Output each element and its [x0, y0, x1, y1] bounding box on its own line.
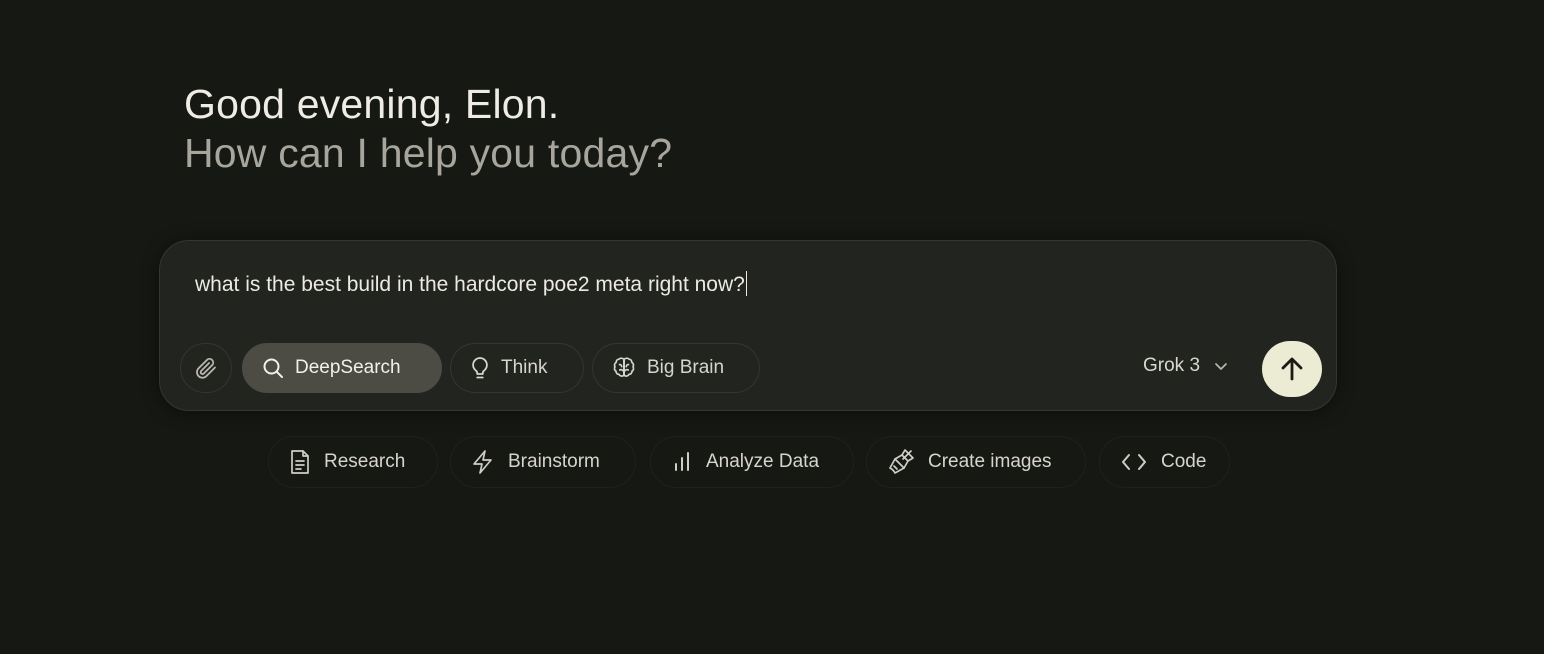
prompt-input[interactable]: what is the best build in the hardcore p… [195, 271, 748, 299]
model-selector[interactable]: Grok 3 [1143, 355, 1228, 377]
prompt-input-value: what is the best build in the hardcore p… [195, 273, 745, 296]
lightning-icon [471, 449, 495, 475]
model-label: Grok 3 [1143, 355, 1201, 376]
greeting: Good evening, Elon. How can I help you t… [184, 80, 672, 178]
code-label: Code [1161, 451, 1207, 472]
greeting-subtitle: How can I help you today? [184, 130, 673, 176]
big-brain-toggle[interactable]: Big Brain [592, 343, 760, 393]
suggestion-row: Research Brainstorm Analyze Data Create … [0, 436, 1544, 488]
search-icon [261, 356, 285, 380]
chevron-down-icon [1214, 361, 1228, 371]
create-images-chip[interactable]: Create images [866, 436, 1086, 488]
send-button[interactable] [1262, 341, 1322, 397]
think-label: Think [501, 357, 548, 378]
paperclip-icon [194, 356, 218, 380]
analyze-data-label: Analyze Data [706, 451, 820, 472]
research-chip[interactable]: Research [268, 436, 438, 488]
paintbrush-icon [887, 448, 915, 476]
arrow-up-icon [1277, 354, 1307, 384]
think-toggle[interactable]: Think [450, 343, 584, 393]
analyze-data-chip[interactable]: Analyze Data [650, 436, 854, 488]
brainstorm-label: Brainstorm [508, 451, 600, 472]
brain-icon [611, 355, 637, 381]
deepsearch-toggle[interactable]: DeepSearch [242, 343, 442, 393]
research-label: Research [324, 451, 406, 472]
code-icon [1120, 451, 1148, 473]
text-caret [745, 271, 748, 296]
document-icon [289, 449, 311, 475]
greeting-title: Good evening, Elon. [184, 81, 560, 127]
chat-composer: what is the best build in the hardcore p… [159, 240, 1337, 411]
code-chip[interactable]: Code [1099, 436, 1230, 488]
deepsearch-label: DeepSearch [295, 357, 401, 378]
brainstorm-chip[interactable]: Brainstorm [450, 436, 636, 488]
lightbulb-icon [469, 356, 491, 380]
bar-chart-icon [671, 450, 693, 474]
big-brain-label: Big Brain [647, 357, 725, 378]
create-images-label: Create images [928, 451, 1052, 472]
attach-button[interactable] [180, 343, 232, 393]
